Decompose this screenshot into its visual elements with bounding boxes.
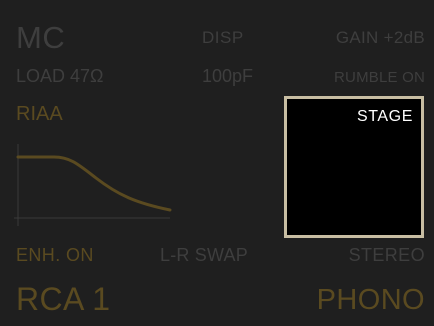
stage-label: STAGE [356, 108, 413, 125]
input-selector-label[interactable]: RCA 1 [16, 283, 110, 315]
gain-setting-label[interactable]: GAIN +2dB [336, 29, 425, 46]
eq-curve-graph [14, 144, 172, 226]
capacitance-setting-label[interactable]: 100pF [202, 67, 253, 85]
load-setting-label[interactable]: LOAD 47Ω [16, 67, 104, 85]
rumble-filter-label[interactable]: RUMBLE ON [334, 70, 425, 85]
cartridge-type-label[interactable]: MC [16, 22, 65, 53]
phono-stage-display: MC DISP GAIN +2dB LOAD 47Ω 100pF RUMBLE … [0, 0, 434, 326]
channel-swap-label[interactable]: L-R SWAP [160, 246, 248, 264]
source-label[interactable]: PHONO [317, 286, 425, 315]
stage-panel[interactable]: STAGE [284, 96, 424, 238]
display-setting-label[interactable]: DISP [202, 29, 244, 46]
enhancement-label[interactable]: ENH. ON [16, 246, 94, 264]
stereo-mode-label[interactable]: STEREO [349, 246, 425, 264]
eq-curve-label[interactable]: RIAA [16, 104, 63, 124]
eq-curve-line [16, 155, 172, 212]
